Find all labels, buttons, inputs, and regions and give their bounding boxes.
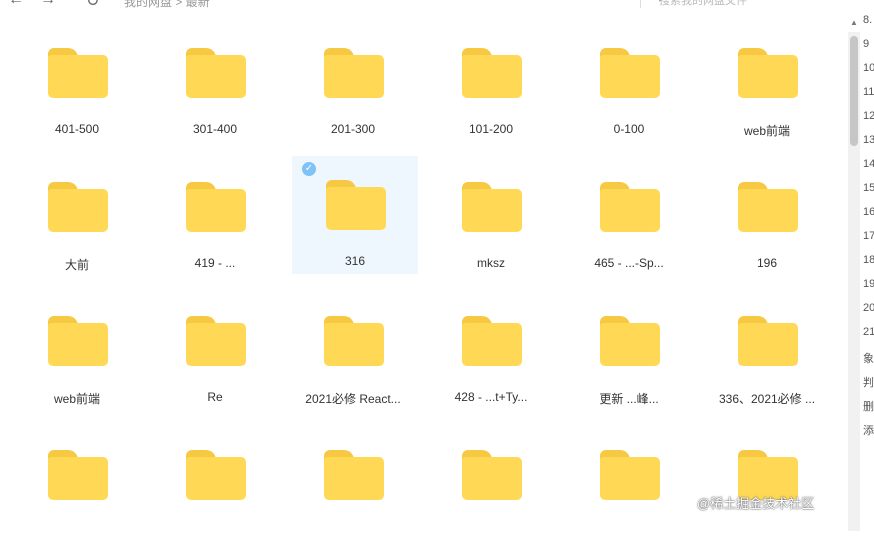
- folder-icon: [186, 316, 246, 366]
- side-item: 17: [863, 230, 874, 242]
- folder-item[interactable]: 大前: [14, 158, 140, 276]
- folder-label: 401-500: [54, 122, 100, 136]
- folder-item[interactable]: [290, 426, 416, 544]
- folder-icon: [48, 48, 108, 98]
- folder-icon: [462, 450, 522, 500]
- folder-item[interactable]: 401-500: [14, 24, 140, 142]
- folder-label: 大前: [64, 258, 89, 272]
- folder-icon: [324, 48, 384, 98]
- side-item: 21: [863, 326, 874, 338]
- folder-item[interactable]: 196: [704, 158, 830, 276]
- folder-label: web前端: [53, 392, 100, 406]
- folder-icon: [48, 450, 108, 500]
- folder-label: 419 - ...: [194, 256, 236, 270]
- forward-icon[interactable]: →: [40, 0, 56, 9]
- back-icon[interactable]: ←: [8, 0, 24, 9]
- folder-item[interactable]: [566, 426, 692, 544]
- folder-grid: 401-500 301-400 201-300 101-200 0-100 web前端 大前…: [12, 22, 842, 531]
- folder-item[interactable]: web前端: [14, 292, 140, 410]
- folder-item[interactable]: 428 - ...t+Ty...: [428, 292, 554, 410]
- side-item: 12: [863, 110, 874, 122]
- folder-item[interactable]: [428, 426, 554, 544]
- folder-icon: [738, 48, 798, 98]
- folder-item[interactable]: [152, 426, 278, 544]
- toolbar: ← → ↻ 我的网盘 > 最新 搜索我的网盘文件 ⌕: [0, 0, 848, 10]
- folder-icon: [324, 316, 384, 366]
- scroll-up-icon[interactable]: ▲: [848, 18, 860, 30]
- side-item: 象: [863, 353, 874, 365]
- folder-item[interactable]: Re: [152, 292, 278, 410]
- folder-icon: [462, 316, 522, 366]
- folder-item[interactable]: 0-100: [566, 24, 692, 142]
- folder-label: Re: [207, 390, 223, 404]
- side-item: 13: [863, 134, 874, 146]
- check-icon[interactable]: ✓: [302, 162, 316, 176]
- folder-icon: [600, 450, 660, 500]
- folder-icon: [462, 182, 522, 232]
- folder-item[interactable]: [704, 426, 830, 544]
- folder-icon: [324, 450, 384, 500]
- folder-icon: [186, 182, 246, 232]
- folder-item[interactable]: 101-200: [428, 24, 554, 142]
- folder-item[interactable]: 更新 ...峰...: [566, 292, 692, 410]
- folder-icon: [738, 316, 798, 366]
- side-panel: 8. 9 10 11 12 13 14 15 16 17 18 19 20 21 象判删添: [862, 0, 874, 531]
- breadcrumb: 我的网盘 > 最新: [124, 0, 210, 9]
- side-item: 11: [863, 86, 874, 98]
- folder-item[interactable]: 2021必修 React...: [290, 292, 416, 410]
- side-item: 19: [863, 278, 874, 290]
- refresh-icon[interactable]: ↻: [86, 0, 99, 10]
- folder-label: 428 - ...t+Ty...: [454, 390, 528, 404]
- folder-label: 101-200: [468, 122, 514, 136]
- folder-label: 0-100: [613, 122, 645, 136]
- folder-item[interactable]: ✓ 316: [292, 156, 418, 274]
- folder-label: 301-400: [192, 122, 238, 136]
- folder-label: 2021必修 React...: [305, 392, 401, 406]
- folder-item[interactable]: 336、2021必修 ...: [704, 292, 830, 410]
- side-item: 10: [863, 62, 874, 74]
- side-item: 20: [863, 302, 874, 314]
- folder-icon: [600, 182, 660, 232]
- search-icon[interactable]: ⌕: [659, 0, 833, 5]
- folder-label: mksz: [477, 256, 505, 270]
- folder-item[interactable]: 301-400: [152, 24, 278, 142]
- scrollbar-thumb[interactable]: [850, 36, 858, 146]
- folder-label: 336、2021必修 ...: [718, 392, 816, 406]
- folder-item[interactable]: mksz: [428, 158, 554, 276]
- folder-icon: [48, 316, 108, 366]
- folder-icon: [186, 450, 246, 500]
- side-item: 16: [863, 206, 874, 218]
- folder-item[interactable]: web前端: [704, 24, 830, 142]
- folder-icon: [738, 182, 798, 232]
- side-item: 15: [863, 182, 874, 194]
- search-input[interactable]: 搜索我的网盘文件 ⌕: [640, 0, 841, 8]
- folder-label: web前端: [743, 124, 790, 138]
- folder-item[interactable]: 419 - ...: [152, 158, 278, 276]
- side-item: 8.: [863, 14, 873, 26]
- folder-icon: [462, 48, 522, 98]
- side-item: 9: [863, 38, 870, 50]
- folder-item[interactable]: 465 - ...-Sp...: [566, 158, 692, 276]
- folder-label: 201-300: [330, 122, 376, 136]
- folder-item[interactable]: [14, 426, 140, 544]
- side-item: 18: [863, 254, 874, 266]
- folder-icon: [600, 48, 660, 98]
- folder-label: 更新 ...峰...: [599, 392, 659, 406]
- watermark: @稀土掘金技术社区: [697, 496, 815, 511]
- side-item: 判: [863, 377, 874, 389]
- scrollbar[interactable]: ▲: [848, 18, 860, 531]
- folder-icon: [186, 48, 246, 98]
- side-item: 删: [863, 401, 874, 413]
- side-item: 14: [863, 158, 874, 170]
- side-item: 添: [863, 425, 874, 437]
- folder-label: 196: [756, 256, 778, 270]
- folder-item[interactable]: 201-300: [290, 24, 416, 142]
- folder-label: 316: [344, 254, 366, 268]
- folder-icon: [600, 316, 660, 366]
- folder-icon: [48, 182, 108, 232]
- folder-label: 465 - ...-Sp...: [594, 256, 664, 270]
- folder-icon: [326, 180, 386, 230]
